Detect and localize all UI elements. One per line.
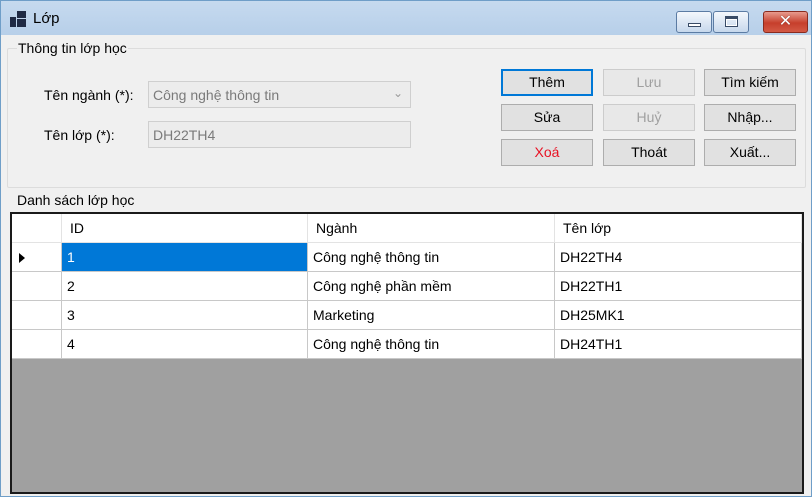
table-row[interactable]: 2 Công nghệ phần mềm DH22TH1: [12, 272, 802, 301]
minimize-icon: [688, 23, 701, 27]
row-header[interactable]: [12, 330, 62, 359]
major-combobox-value: Công nghệ thông tin: [153, 87, 280, 103]
delete-button[interactable]: Xoá: [501, 139, 593, 166]
chevron-down-icon[interactable]: ⌄: [393, 86, 403, 100]
column-header-class-name[interactable]: Tên lớp: [555, 214, 802, 243]
class-list-title: Danh sách lớp học: [17, 192, 135, 208]
major-label: Tên ngành (*):: [44, 87, 134, 103]
export-button[interactable]: Xuất...: [704, 139, 796, 166]
minimize-button[interactable]: [676, 11, 712, 33]
cell-class-name[interactable]: DH22TH1: [555, 272, 802, 301]
window-title: Lớp: [33, 10, 60, 27]
search-button[interactable]: Tìm kiếm: [704, 69, 796, 96]
class-list-grid[interactable]: ID Ngành Tên lớp 1 Công nghệ thông tin D…: [10, 212, 804, 494]
cell-class-name[interactable]: DH25MK1: [555, 301, 802, 330]
grid-header-row: ID Ngành Tên lớp: [12, 214, 802, 243]
table-row[interactable]: 4 Công nghệ thông tin DH24TH1: [12, 330, 802, 359]
app-window-icon: [10, 11, 26, 27]
save-button[interactable]: Lưu: [603, 69, 695, 96]
cell-id[interactable]: 2: [62, 272, 308, 301]
exit-button[interactable]: Thoát: [603, 139, 695, 166]
maximize-icon: [725, 16, 738, 27]
cell-id[interactable]: 1: [62, 243, 308, 272]
title-bar[interactable]: Lớp ✕: [1, 1, 811, 35]
cancel-button[interactable]: Huỷ: [603, 104, 695, 131]
major-combobox[interactable]: Công nghệ thông tin ⌄: [148, 81, 411, 108]
cell-major[interactable]: Công nghệ phần mềm: [308, 272, 555, 301]
cell-major[interactable]: Marketing: [308, 301, 555, 330]
edit-button[interactable]: Sửa: [501, 104, 593, 131]
row-header-corner[interactable]: [12, 214, 62, 243]
main-window: Lớp ✕ Thông tin lớp học Tên ngành (*): C…: [0, 0, 812, 497]
cell-id[interactable]: 3: [62, 301, 308, 330]
maximize-button[interactable]: [713, 11, 749, 33]
cell-major[interactable]: Công nghệ thông tin: [308, 243, 555, 272]
cell-major[interactable]: Công nghệ thông tin: [308, 330, 555, 359]
class-name-input[interactable]: [149, 122, 410, 147]
cell-id[interactable]: 4: [62, 330, 308, 359]
row-header[interactable]: [12, 272, 62, 301]
row-header[interactable]: [12, 301, 62, 330]
current-row-arrow-icon: [19, 253, 25, 263]
close-icon: ✕: [778, 13, 793, 30]
close-button[interactable]: ✕: [763, 11, 808, 33]
row-header[interactable]: [12, 243, 62, 272]
class-info-group-title: Thông tin lớp học: [17, 40, 128, 56]
column-header-id[interactable]: ID: [62, 214, 308, 243]
table-row[interactable]: 1 Công nghệ thông tin DH22TH4: [12, 243, 802, 272]
add-button[interactable]: Thêm: [501, 69, 593, 96]
cell-class-name[interactable]: DH24TH1: [555, 330, 802, 359]
table-row[interactable]: 3 Marketing DH25MK1: [12, 301, 802, 330]
import-button[interactable]: Nhập...: [704, 104, 796, 131]
class-name-label: Tên lớp (*):: [44, 127, 115, 143]
class-name-field[interactable]: [148, 121, 411, 148]
cell-class-name[interactable]: DH22TH4: [555, 243, 802, 272]
column-header-major[interactable]: Ngành: [308, 214, 555, 243]
